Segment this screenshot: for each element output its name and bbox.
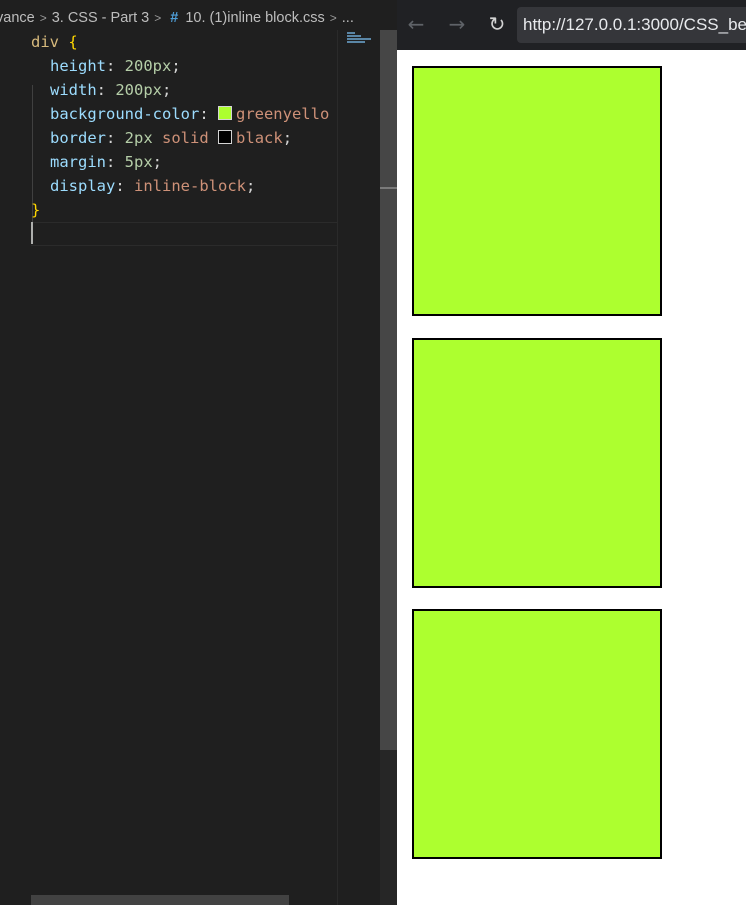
- css-property: height: [50, 57, 106, 75]
- css-value: 200px: [115, 81, 163, 99]
- close-brace: }: [31, 201, 41, 219]
- css-value: inline-block: [134, 177, 246, 195]
- chevron-right-icon: >: [329, 11, 337, 25]
- greenyellow-box-3: [412, 609, 662, 859]
- back-arrow-icon[interactable]: ←: [403, 11, 429, 37]
- css-property: display: [50, 177, 116, 195]
- code-line-2: height: 200px;: [50, 57, 181, 75]
- breadcrumb-item-subfolder[interactable]: 3. CSS - Part 3: [52, 10, 150, 26]
- browser-window: ← → ↻ http://127.0.0.1:3000/CSS_beg: [397, 0, 746, 905]
- greenyellow-box-1: [412, 66, 662, 316]
- css-value: greenyello: [235, 105, 330, 123]
- current-line-highlight: [31, 222, 337, 246]
- greenyellow-box-2: [412, 338, 662, 588]
- css-value: 200px: [124, 57, 172, 75]
- vertical-scrollbar-thumb[interactable]: [380, 30, 397, 750]
- chevron-right-icon: >: [154, 11, 162, 25]
- reload-icon[interactable]: ↻: [484, 11, 510, 37]
- css-value: solid: [162, 129, 209, 147]
- scrollbar-position-marker: [380, 187, 397, 189]
- css-property: background-color: [50, 105, 200, 123]
- code-line-8: }: [0, 198, 40, 222]
- minimap[interactable]: [337, 30, 381, 905]
- css-value: 5px: [124, 153, 153, 171]
- code-line-3: width: 200px;: [50, 81, 172, 99]
- horizontal-scrollbar-thumb[interactable]: [31, 895, 289, 905]
- chevron-right-icon: >: [39, 11, 47, 25]
- breadcrumb-item-more[interactable]: ...: [342, 10, 354, 26]
- code-area[interactable]: div { height: 200px; width: 200px; backg…: [0, 30, 337, 890]
- forward-arrow-icon[interactable]: →: [444, 11, 470, 37]
- code-line-7: display: inline-block;: [50, 177, 256, 195]
- breadcrumb-item-file[interactable]: 10. (1)inline block.css: [185, 10, 324, 26]
- code-line-4: background-color: greenyello: [50, 105, 330, 123]
- css-property: margin: [50, 153, 106, 171]
- css-property: border: [50, 129, 106, 147]
- rendered-page: [397, 50, 746, 905]
- code-line-5: border: 2px solid black;: [50, 129, 293, 147]
- address-bar[interactable]: http://127.0.0.1:3000/CSS_beg: [517, 7, 746, 43]
- css-selector: div: [31, 33, 59, 51]
- css-value: black: [236, 129, 283, 147]
- code-line-6: margin: 5px;: [50, 153, 163, 171]
- breadcrumb-item-folder[interactable]: vance: [0, 10, 35, 26]
- css-value: 2px: [124, 129, 153, 147]
- css-property: width: [50, 81, 97, 99]
- vertical-scrollbar[interactable]: [380, 30, 397, 905]
- color-swatch[interactable]: [217, 106, 232, 120]
- color-swatch[interactable]: [218, 130, 233, 144]
- css-file-icon: #: [170, 10, 179, 26]
- minimap-preview: [347, 32, 379, 46]
- open-brace: {: [68, 33, 78, 51]
- code-editor: vance > 3. CSS - Part 3 > # 10. (1)inlin…: [0, 0, 397, 905]
- text-cursor: [31, 222, 33, 244]
- browser-toolbar: ← → ↻ http://127.0.0.1:3000/CSS_beg: [397, 0, 746, 50]
- code-line-1: div {: [0, 30, 78, 54]
